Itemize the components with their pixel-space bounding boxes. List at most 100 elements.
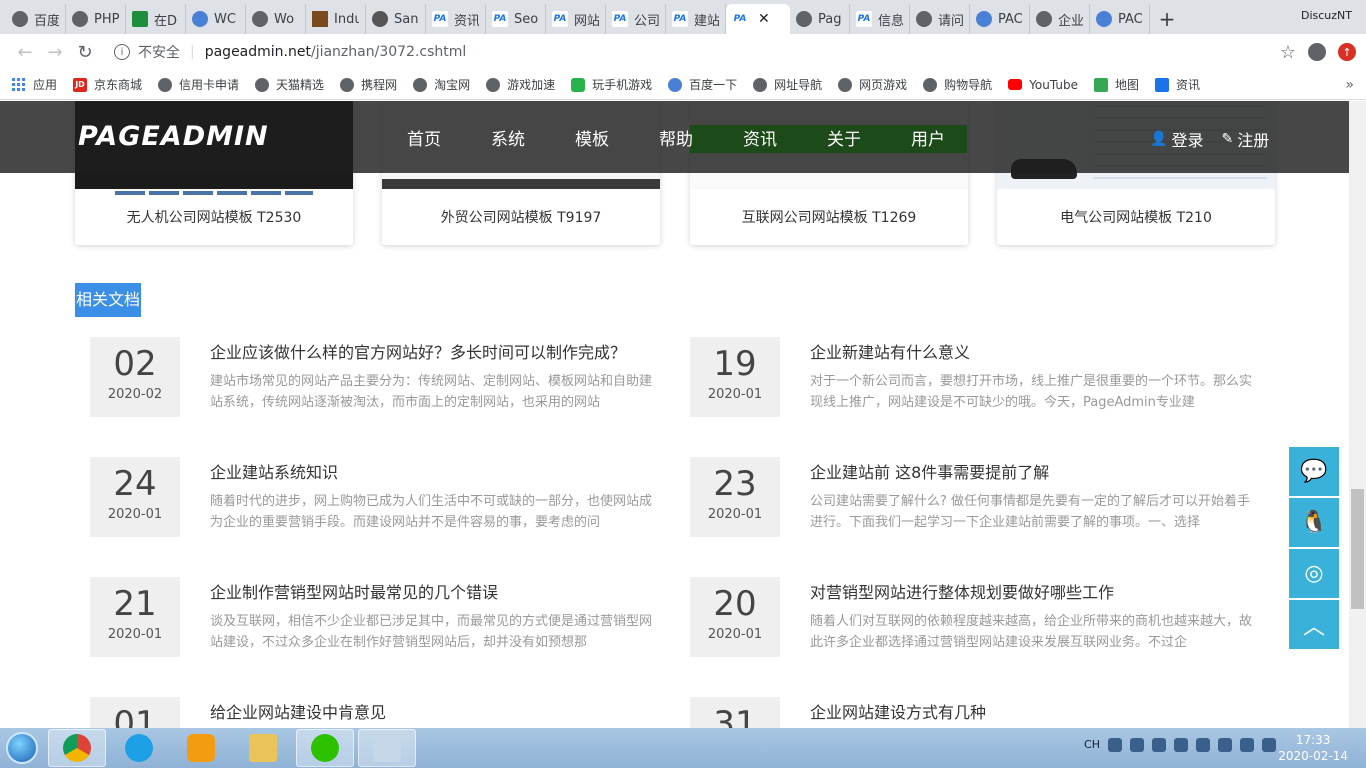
browser-tab[interactable]: 在D [126, 4, 186, 34]
account-icon[interactable] [1308, 43, 1326, 61]
bookmark-item[interactable]: 信用卡申请 [158, 76, 239, 93]
browser-tab[interactable]: PA 网站 [546, 4, 606, 34]
shield-icon[interactable] [1152, 738, 1166, 752]
browser-tab[interactable]: San [366, 4, 426, 34]
doc-title[interactable]: 企业新建站有什么意义 [810, 339, 970, 363]
browser-tab[interactable]: 企业 [1030, 4, 1090, 34]
browser-tab[interactable]: PA 资讯 [426, 4, 486, 34]
wechat-button[interactable]: ◎ [1289, 549, 1339, 598]
nav-item[interactable]: 系统 [466, 101, 550, 173]
doc-item[interactable]: 01 给企业网站建设中肯意见 [90, 697, 660, 728]
doc-item[interactable]: 02 2020-02 企业应该做什么样的官方网站好？多长时间可以制作完成？ 建站市场常… [90, 337, 660, 419]
update-icon[interactable]: ↑ [1338, 43, 1356, 61]
taskbar-ie[interactable] [110, 729, 168, 767]
nav-item[interactable]: 关于 [802, 101, 886, 173]
browser-tab[interactable]: PA Seo [486, 4, 546, 34]
bookmark-item[interactable]: 游戏加速 [486, 76, 555, 93]
bookmark-item[interactable]: 网页游戏 [838, 76, 907, 93]
nav-item[interactable]: 模板 [550, 101, 634, 173]
info-icon[interactable]: i [114, 44, 130, 60]
bookmark-item[interactable]: 购物导航 [923, 76, 992, 93]
browser-tab[interactable]: PA 公司 [606, 4, 666, 34]
bookmark-item[interactable]: 资讯 [1155, 76, 1200, 93]
bluetooth-icon[interactable] [1218, 738, 1232, 752]
bookmark-star-icon[interactable]: ☆ [1280, 42, 1296, 63]
browser-tab[interactable]: PA 建站 [666, 4, 726, 34]
doc-item[interactable]: 23 2020-01 企业建站前 这8件事需要提前了解 公司建站需要了解什么? 做任何… [690, 457, 1260, 539]
user-icon: 👤 [1150, 131, 1168, 147]
site-logo[interactable]: PAGEADMIN [78, 121, 269, 152]
doc-title[interactable]: 企业网站建设方式有几种 [810, 699, 986, 723]
taskbar-explorer[interactable] [234, 729, 292, 767]
network-icon[interactable] [1196, 738, 1210, 752]
paw-icon [1096, 11, 1112, 27]
taskbar-uc[interactable] [172, 729, 230, 767]
user-area: 👤 登录 ✎ 注册 [1150, 127, 1269, 151]
wechat-tray-icon[interactable] [1174, 738, 1188, 752]
volume-icon[interactable] [1262, 738, 1276, 752]
doc-item[interactable]: 31 企业网站建设方式有几种 [690, 697, 1260, 728]
nav-item[interactable]: 用户 [886, 101, 970, 173]
back-button[interactable]: ← [10, 37, 40, 67]
browser-tab[interactable]: PAC [970, 4, 1030, 34]
forward-button[interactable]: → [40, 37, 70, 67]
login-link[interactable]: 👤 登录 [1150, 127, 1203, 151]
doc-title[interactable]: 企业建站系统知识 [210, 459, 338, 483]
news-icon [1155, 77, 1169, 92]
signal-icon[interactable] [1240, 738, 1254, 752]
nav-item[interactable]: 首页 [382, 101, 466, 173]
browser-tab[interactable]: PA 信息 [850, 4, 910, 34]
nav-item[interactable]: 资讯 [718, 101, 802, 173]
online-chat-button[interactable]: 💬 [1289, 447, 1339, 496]
bookmark-item[interactable]: 玩手机游戏 [571, 76, 652, 93]
back-to-top-button[interactable]: ︿ [1289, 600, 1339, 649]
browser-tab[interactable]: Pag [790, 4, 850, 34]
new-tab-button[interactable]: + [1150, 4, 1184, 34]
bookmark-item[interactable]: 百度一下 [668, 76, 737, 93]
address-bar[interactable]: i 不安全 | pageadmin.net/jianzhan/3072.csht… [114, 38, 1280, 66]
close-tab-icon[interactable]: ✕ [758, 11, 770, 27]
bookmarks-more-button[interactable]: » [1345, 77, 1354, 93]
help-icon[interactable] [1130, 738, 1144, 752]
taskbar-wechat[interactable] [296, 729, 354, 767]
clock[interactable]: 17:33 2020-02-14 [1278, 732, 1348, 764]
reload-button[interactable]: ↻ [70, 37, 100, 67]
qq-button[interactable]: 🐧 [1289, 498, 1339, 547]
doc-item[interactable]: 24 2020-01 企业建站系统知识 随着时代的进步，网上购物已成为人们生活中不可或… [90, 457, 660, 539]
bookmark-item[interactable]: 携程网 [340, 76, 397, 93]
tray-icon[interactable] [1108, 738, 1122, 752]
bookmark-item[interactable]: 淘宝网 [413, 76, 470, 93]
bookmark-item[interactable]: 应用 [12, 76, 57, 93]
bookmark-item[interactable]: YouTube [1008, 78, 1078, 92]
bookmark-item[interactable]: 网址导航 [753, 76, 822, 93]
scrollbar-thumb[interactable] [1351, 489, 1364, 609]
doc-title[interactable]: 给企业网站建设中肯意见 [210, 699, 386, 723]
browser-tab[interactable]: PA ✕ [726, 4, 790, 34]
doc-item[interactable]: 21 2020-01 企业制作营销型网站时最常见的几个错误 谈及互联网，相信不少企业都… [90, 577, 660, 659]
doc-title[interactable]: 企业建站前 这8件事需要提前了解 [810, 459, 1049, 483]
doc-title[interactable]: 企业制作营销型网站时最常见的几个错误 [210, 579, 498, 603]
bookmark-item[interactable]: 天猫精选 [255, 76, 324, 93]
doc-title[interactable]: 对营销型网站进行整体规划要做好哪些工作 [810, 579, 1114, 603]
start-button[interactable] [0, 728, 44, 768]
browser-tab[interactable]: Wo [246, 4, 306, 34]
bookmark-item[interactable]: JD 京东商城 [73, 76, 142, 93]
browser-tab[interactable]: 请问 [910, 4, 970, 34]
page-scrollbar[interactable] [1349, 101, 1366, 728]
register-link[interactable]: ✎ 注册 [1221, 127, 1269, 151]
bookmark-label: 玩手机游戏 [592, 78, 653, 92]
doc-item[interactable]: 19 2020-01 企业新建站有什么意义 对于一个新公司而言，要想打开市场，线上推广… [690, 337, 1260, 419]
doc-title[interactable]: 企业应该做什么样的官方网站好？多长时间可以制作完成？ [210, 339, 626, 363]
globe-icon [252, 11, 268, 27]
doc-item[interactable]: 20 2020-01 对营销型网站进行整体规划要做好哪些工作 随着人们对互联网的依赖程… [690, 577, 1260, 659]
browser-tab[interactable]: Indu [306, 4, 366, 34]
browser-tab[interactable]: 百度 [6, 4, 66, 34]
browser-tab[interactable]: PHP [66, 4, 126, 34]
bookmark-item[interactable]: 地图 [1093, 76, 1139, 93]
browser-tab[interactable]: PAC [1090, 4, 1150, 34]
browser-tab[interactable]: WC [186, 4, 246, 34]
taskbar-paint[interactable] [358, 729, 416, 767]
taskbar-chrome[interactable] [48, 729, 106, 767]
nav-item[interactable]: 帮助 [634, 101, 718, 173]
ime-indicator[interactable]: CH [1084, 738, 1100, 752]
